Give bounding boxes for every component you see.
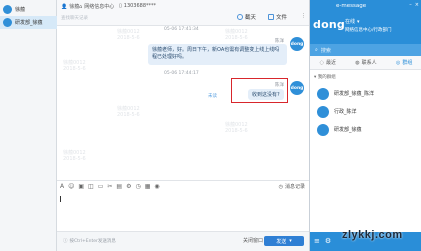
- message-area: 徐蕴0012 2018-5-6 徐蕴0012 2018-5-6 徐蕴0012 2…: [57, 26, 309, 180]
- more-tools-icon[interactable]: ◉: [154, 183, 159, 190]
- conversation-sidebar: 徐蕴 研发部_徐蕴: [0, 0, 57, 251]
- message-bubble[interactable]: 收到这没有?: [248, 89, 284, 100]
- chat-header: 👤 徐蕴 ⌂ 网络信息中心 ▯ 1303688**** 查找聊天记录 截天 文件 ⋮: [57, 0, 309, 26]
- contacts-icon: ◍: [355, 59, 360, 66]
- close-window-button[interactable]: 关闭窗口: [243, 237, 263, 244]
- message-timestamp: 05-06 17:41:34: [164, 27, 199, 32]
- history-icon[interactable]: ◷: [135, 183, 140, 190]
- conversation-item[interactable]: 徐蕴: [0, 3, 57, 16]
- group-avatar: [317, 105, 329, 118]
- conversation-item-selected[interactable]: 研发部_徐蕴: [0, 16, 57, 29]
- contact-search-input[interactable]: ⌕ 搜索: [310, 44, 421, 56]
- user-avatar[interactable]: dong: [313, 18, 345, 37]
- image-icon[interactable]: ▣: [78, 183, 84, 190]
- panel-header: e-message – × dong 在线 ▾ 网络信息中心/行政部门: [310, 0, 421, 44]
- window-controls: – ×: [409, 2, 419, 8]
- conversation-label: 研发部_徐蕴: [15, 20, 43, 26]
- close-icon[interactable]: ×: [415, 2, 419, 8]
- tab-contacts[interactable]: ◍ 联系人: [355, 59, 376, 67]
- card-icon[interactable]: ▦: [145, 183, 151, 190]
- chat-history-search[interactable]: 查找聊天记录: [61, 15, 88, 21]
- search-placeholder: 搜索: [320, 47, 331, 54]
- contact-department: ⌂ 网络信息中心: [79, 3, 115, 11]
- message-timestamp: 05-06 17:44:17: [164, 71, 199, 76]
- phone-icon: ▯: [119, 3, 122, 9]
- chevron-down-icon[interactable]: ▾: [289, 238, 292, 244]
- sender-avatar[interactable]: dong: [290, 81, 304, 95]
- panel-title: e-message: [336, 3, 367, 9]
- scissors-icon[interactable]: ✂: [107, 183, 112, 190]
- watermark: 徐蕴0012 2018-5-6: [225, 122, 248, 134]
- read-status[interactable]: 未读: [208, 93, 217, 99]
- more-icon[interactable]: ⋮: [301, 13, 306, 19]
- watermark: 徐蕴0012 2018-5-6: [63, 60, 86, 72]
- text-cursor: [60, 196, 61, 202]
- settings-icon[interactable]: ⚙: [126, 183, 131, 190]
- menu-icon[interactable]: ≡: [314, 238, 320, 245]
- user-org: 网络信息中心/行政部门: [345, 28, 392, 33]
- chat-icon: ◌: [319, 59, 324, 66]
- group-label: 行政_陈洋: [334, 109, 357, 115]
- watermark: 徐蕴0012 2018-5-6: [117, 29, 140, 41]
- file-button[interactable]: 文件: [268, 13, 287, 21]
- clock-icon: ◷: [278, 183, 283, 190]
- info-icon: ⓘ: [63, 239, 68, 244]
- message-sender: 陈洋: [275, 83, 284, 88]
- tab-groups[interactable]: ◎ 群组: [395, 59, 412, 67]
- chevron-down-icon: ▾: [357, 18, 360, 25]
- group-label: 研发部_徐蕴: [334, 127, 362, 133]
- send-hint: ⓘ 按Ctrl+Enter发送消息: [63, 239, 116, 244]
- contact-avatar: [3, 18, 12, 27]
- group-section-header[interactable]: ▾ 我的群组: [314, 74, 336, 80]
- contact-phone: ▯ 1303688****: [119, 3, 157, 9]
- panel-tabs: ◌ 最近 ◍ 联系人 ◎ 群组: [310, 56, 421, 70]
- chat-window: 👤 徐蕴 ⌂ 网络信息中心 ▯ 1303688**** 查找聊天记录 截天 文件 ⋮ …: [57, 0, 309, 251]
- user-status[interactable]: 在线 ▾: [345, 18, 360, 26]
- group-label: 研发部_徐蕴_陈洋: [334, 91, 375, 97]
- sender-avatar[interactable]: dong: [290, 37, 304, 51]
- emoji-icon[interactable]: ☺: [68, 183, 74, 190]
- chat-footer: ⓘ 按Ctrl+Enter发送消息 关闭窗口 发送 ▾: [57, 231, 309, 251]
- send-button[interactable]: 发送 ▾: [264, 236, 304, 246]
- watermark: 徐蕴0012 2018-5-6: [225, 29, 248, 41]
- conversation-label: 徐蕴: [15, 7, 26, 13]
- watermark: 徐蕴0012 2018-5-6: [117, 106, 140, 118]
- minimize-icon[interactable]: –: [409, 2, 412, 8]
- group-avatar: [317, 87, 329, 100]
- input-toolbar: A ☺ ▣ ◫ ▭ ✂ ▤ ⚙ ◷ ▦ ◉ ◷ 消息记录: [57, 180, 309, 192]
- tab-recent[interactable]: ◌ 最近: [319, 59, 336, 67]
- file-icon: [268, 14, 274, 20]
- gear-icon[interactable]: ⚙: [325, 238, 331, 245]
- font-icon[interactable]: A: [60, 183, 64, 190]
- contact-name: 👤 徐蕴: [61, 3, 80, 11]
- group-avatar: [317, 123, 329, 136]
- chevron-down-icon: ▾: [314, 75, 317, 80]
- group-item[interactable]: 研发部_徐蕴_陈洋: [310, 85, 421, 102]
- group-icon: ◎: [395, 59, 401, 66]
- group-item[interactable]: 行政_陈洋: [310, 103, 421, 120]
- site-watermark: zlykkj.com: [342, 229, 403, 241]
- screenshot-icon: [237, 14, 243, 20]
- screenshot-button[interactable]: 截天: [237, 13, 256, 21]
- folder-icon[interactable]: ▤: [116, 183, 122, 190]
- message-bubble[interactable]: 徐蕴老师，好。周日下午，新OA也需有调整变上线上线吗程已处理好吗。: [148, 44, 287, 65]
- message-input[interactable]: [57, 192, 309, 230]
- user-icon: 👤: [61, 3, 68, 10]
- message-log-button[interactable]: ◷ 消息记录: [278, 183, 305, 191]
- emessage-panel: e-message – × dong 在线 ▾ 网络信息中心/行政部门 ⌕ 搜索 …: [309, 0, 421, 251]
- group-item[interactable]: 研发部_徐蕴: [310, 121, 421, 138]
- attach-icon[interactable]: ▭: [98, 183, 104, 190]
- org-icon: ⌂: [79, 3, 83, 10]
- contact-avatar: [3, 5, 12, 14]
- search-icon: ⌕: [315, 47, 318, 53]
- shake-icon[interactable]: ◫: [88, 183, 94, 190]
- watermark: 徐蕴0012 2018-5-6: [63, 150, 86, 162]
